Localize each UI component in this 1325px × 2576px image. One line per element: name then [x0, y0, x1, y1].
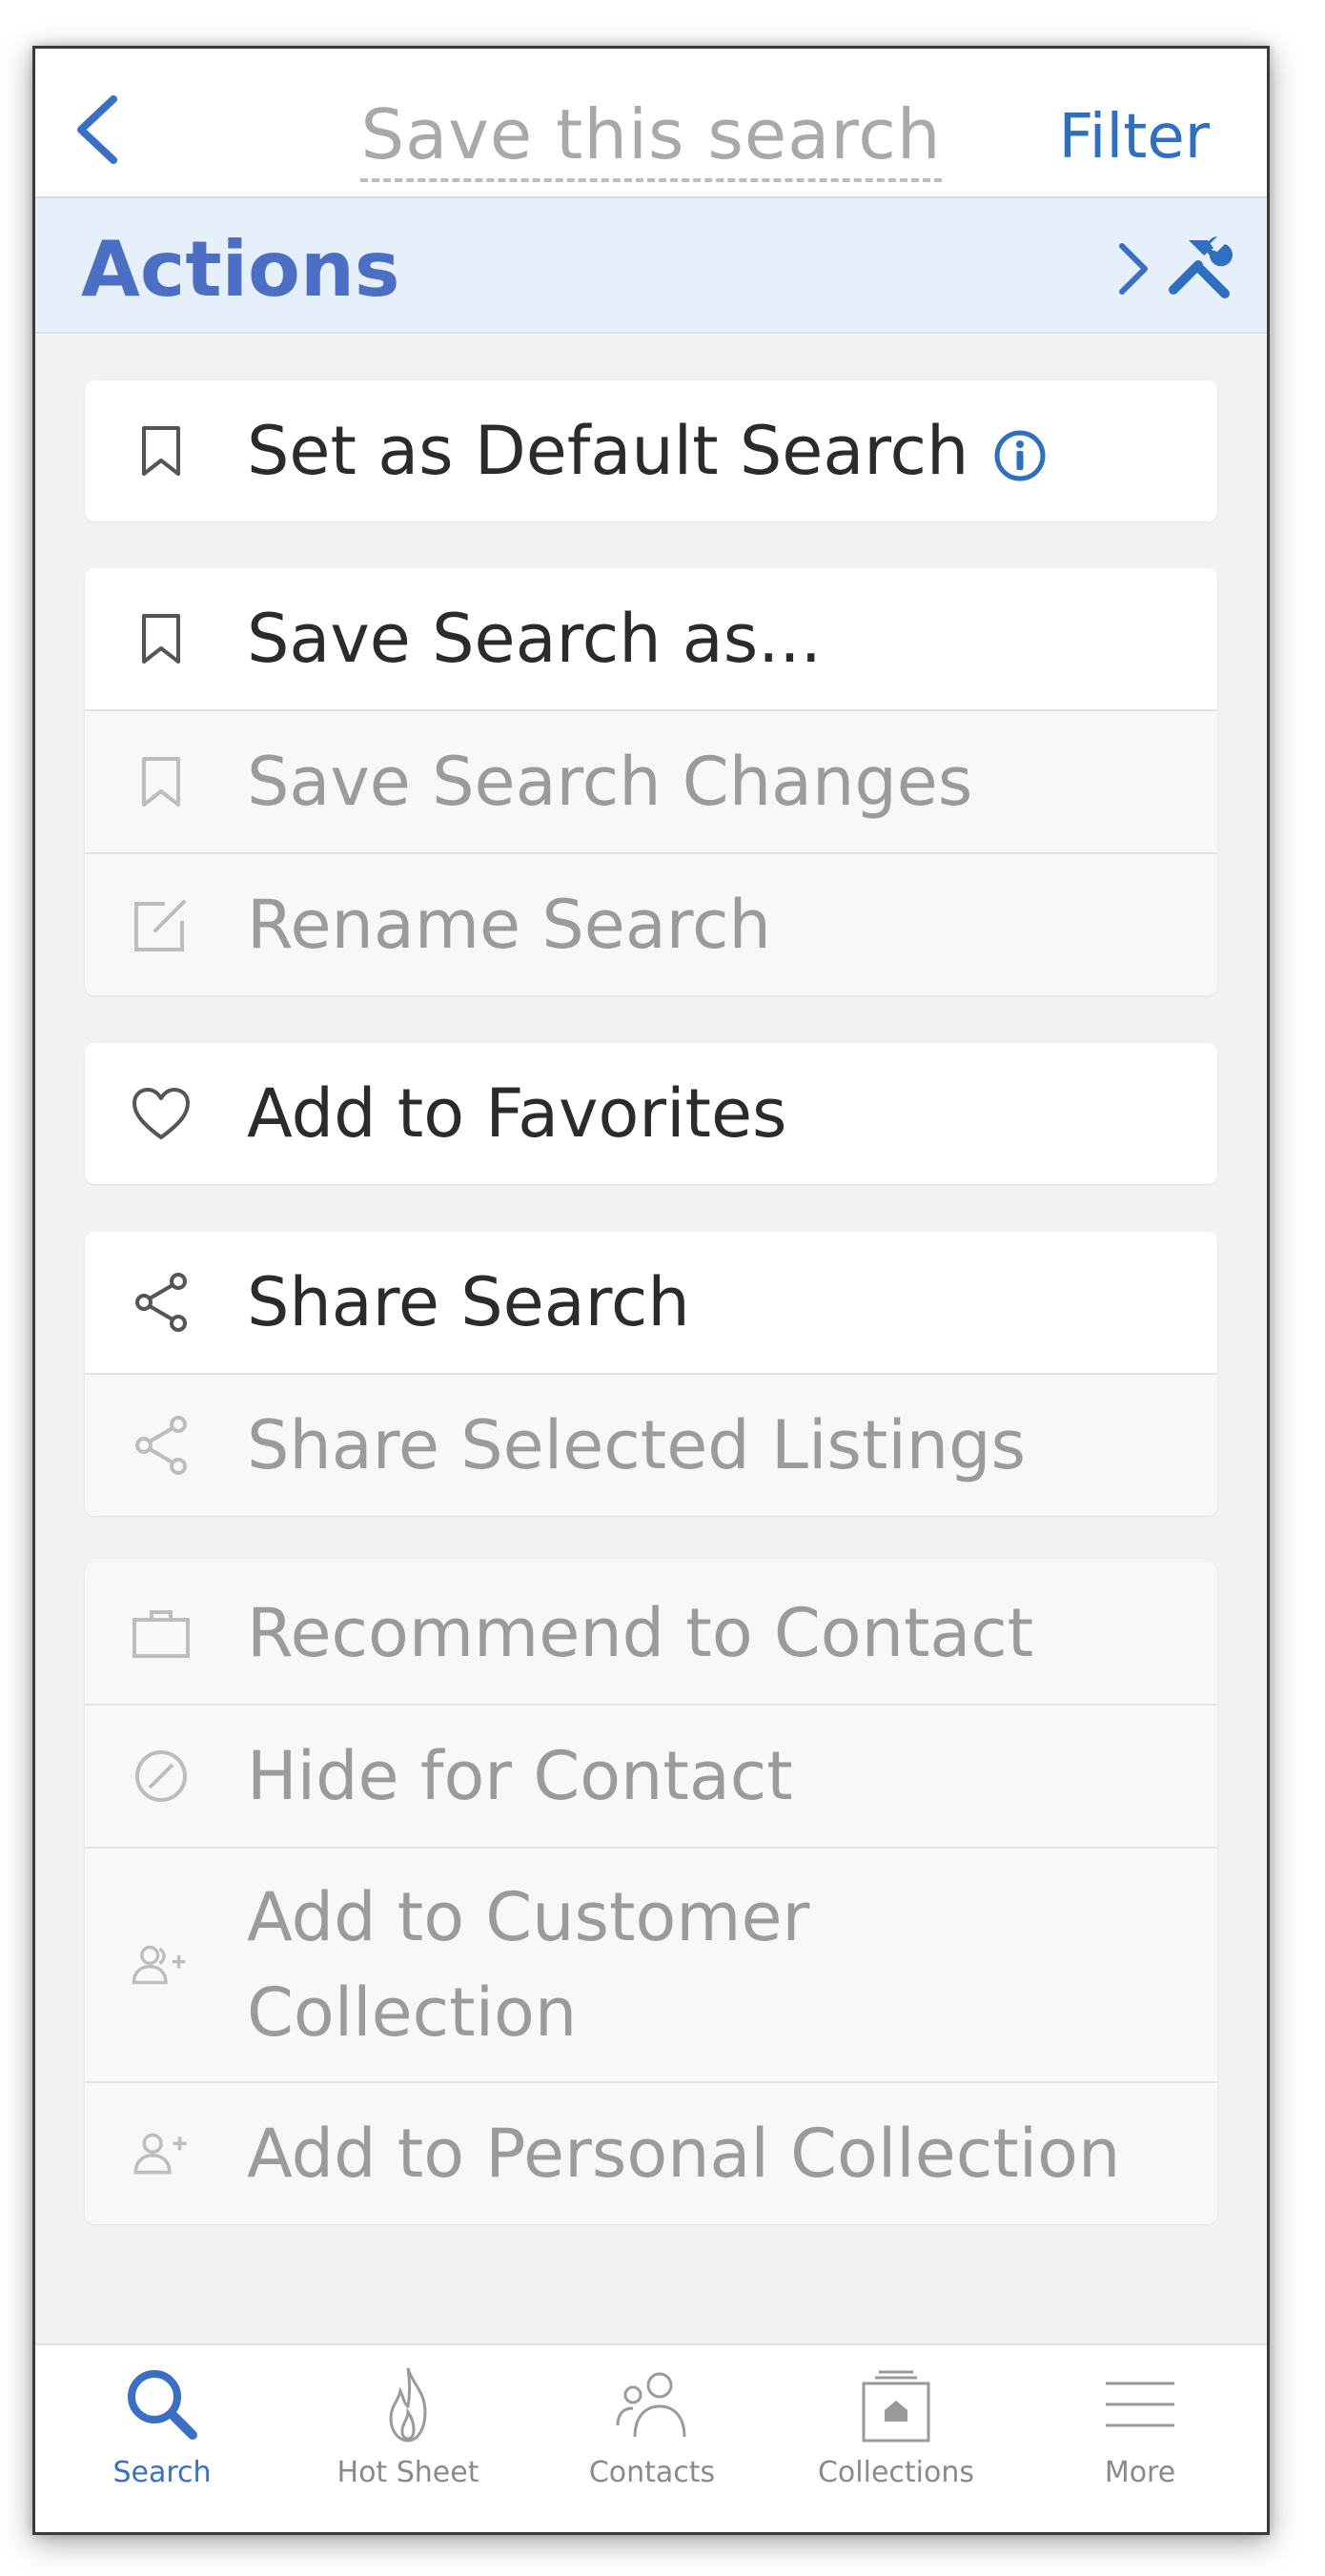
page-title-text[interactable]: Save this search [360, 94, 942, 182]
tab-contacts-label: Contacts [588, 2456, 716, 2489]
add-to-customer-collection-label: Add to Customer Collection [247, 1878, 810, 2052]
favorites-group: Add to Favorites [85, 1043, 1217, 1184]
share-icon [131, 1272, 192, 1333]
add-users-icon [131, 1934, 192, 1995]
tab-hot-sheet-label: Hot Sheet [336, 2456, 479, 2489]
tab-collections[interactable]: Collections [773, 2345, 1019, 2532]
contact-collection-group: Recommend to Contact Hide for Contact Ad… [85, 1563, 1217, 2224]
flame-icon [389, 2367, 427, 2443]
app-screen: Save this search Filter Actions Set as D… [32, 46, 1270, 2535]
search-icon [128, 2370, 197, 2440]
top-navigation-bar: Save this search Filter [35, 49, 1267, 198]
add-to-personal-collection-label: Add to Personal Collection [247, 2115, 1121, 2193]
block-icon [131, 1746, 192, 1807]
bookmark-icon [131, 751, 192, 812]
add-user-icon [131, 2123, 192, 2184]
share-search-label: Share Search [247, 1263, 690, 1341]
share-icon [131, 1415, 192, 1476]
rename-search-row[interactable]: Rename Search [85, 854, 1217, 995]
add-to-favorites-label: Add to Favorites [247, 1074, 787, 1153]
share-search-row[interactable]: Share Search [85, 1232, 1217, 1375]
actions-title: Actions [81, 225, 400, 314]
add-to-personal-collection-row[interactable]: Add to Personal Collection [85, 2083, 1217, 2224]
bookmark-icon [131, 420, 192, 481]
bookmark-icon [131, 608, 192, 669]
tab-hot-sheet[interactable]: Hot Sheet [285, 2345, 531, 2532]
set-default-search-row[interactable]: Set as Default Search [85, 380, 1217, 521]
default-search-group: Set as Default Search [85, 380, 1217, 521]
edit-icon [131, 894, 192, 955]
heart-icon [131, 1083, 192, 1144]
info-icon[interactable] [993, 429, 1047, 482]
save-search-as-label: Save Search as... [247, 600, 822, 678]
share-group: Share Search Share Selected Listings [85, 1232, 1217, 1516]
hide-for-contact-label: Hide for Contact [247, 1737, 793, 1815]
share-selected-listings-label: Share Selected Listings [247, 1406, 1027, 1484]
tab-collections-label: Collections [817, 2456, 975, 2489]
recommend-to-contact-row[interactable]: Recommend to Contact [85, 1563, 1217, 1706]
chevron-right-icon [1119, 243, 1148, 295]
tools-icon [1169, 236, 1233, 298]
add-to-customer-collection-row[interactable]: Add to Customer Collection [85, 1849, 1217, 2083]
tab-search[interactable]: Search [39, 2345, 285, 2532]
tab-more[interactable]: More [1017, 2345, 1263, 2532]
save-search-as-row[interactable]: Save Search as... [85, 568, 1217, 711]
menu-icon [1106, 2382, 1174, 2427]
save-search-changes-label: Save Search Changes [247, 743, 973, 821]
tab-contacts[interactable]: Contacts [529, 2345, 775, 2532]
save-search-group: Save Search as... Save Search Changes Re… [85, 568, 1217, 995]
save-search-changes-row[interactable]: Save Search Changes [85, 711, 1217, 854]
hide-for-contact-row[interactable]: Hide for Contact [85, 1706, 1217, 1849]
actions-header: Actions [35, 198, 1267, 334]
recommend-to-contact-label: Recommend to Contact [247, 1594, 1034, 1672]
actions-expand-button[interactable] [1114, 240, 1152, 297]
add-to-favorites-row[interactable]: Add to Favorites [85, 1043, 1217, 1184]
filter-button[interactable]: Filter [1059, 102, 1211, 173]
briefcase-icon [131, 1603, 192, 1664]
collections-icon [862, 2370, 930, 2443]
rename-search-label: Rename Search [247, 886, 771, 964]
bottom-tab-bar: Search Hot Sheet Contacts Collections Mo… [35, 2343, 1267, 2532]
tab-search-label: Search [112, 2456, 212, 2489]
contacts-icon [616, 2372, 686, 2438]
share-selected-listings-row[interactable]: Share Selected Listings [85, 1375, 1217, 1516]
tab-more-label: More [1104, 2456, 1176, 2489]
set-default-search-label: Set as Default Search [247, 403, 1189, 499]
tools-button[interactable] [1166, 235, 1233, 301]
